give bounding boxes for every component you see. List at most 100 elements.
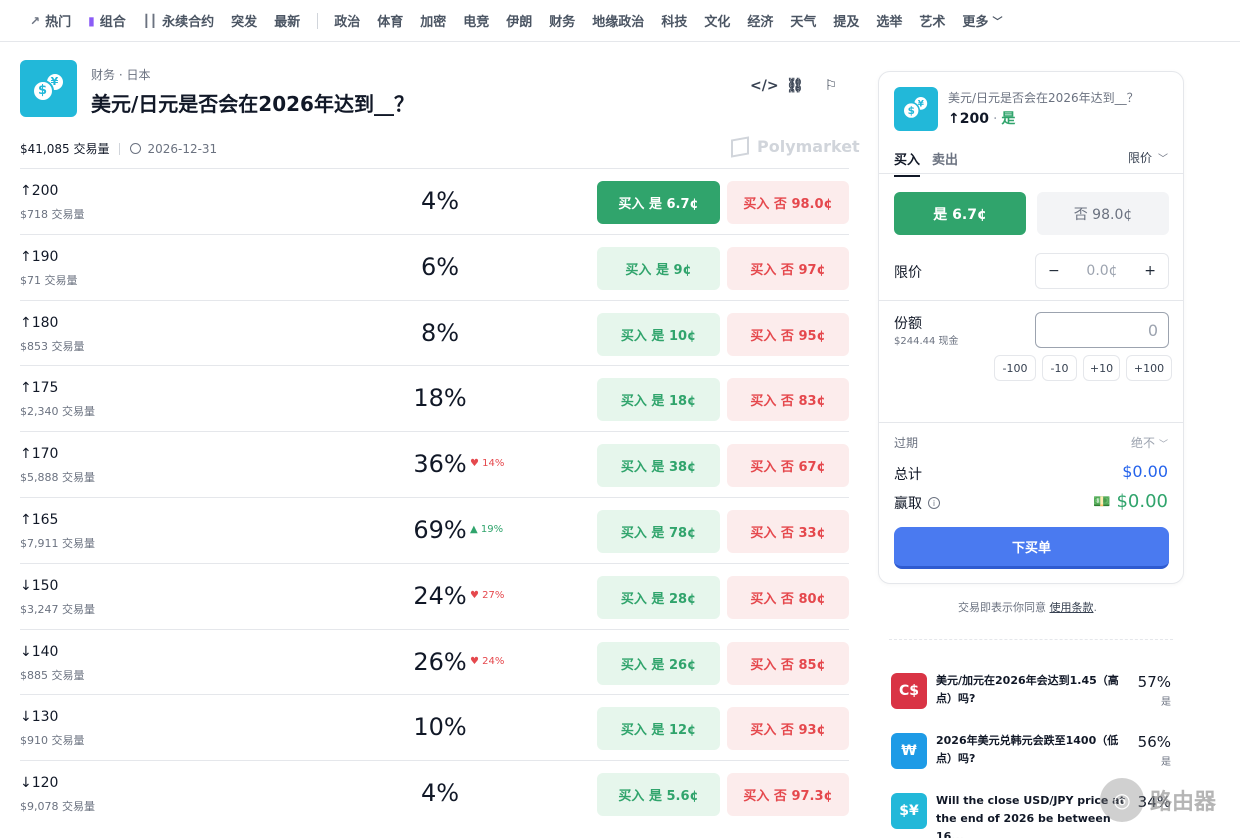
nav-item-combo[interactable]: ▮ 组合: [88, 11, 126, 31]
embed-code-icon[interactable]: </>: [750, 78, 779, 94]
market-probability: 4%: [420, 187, 460, 215]
nav-category[interactable]: 经济: [747, 11, 773, 30]
buy-yes-button[interactable]: 买入 是 12¢: [597, 707, 720, 751]
nav-category[interactable]: 伊朗: [506, 11, 532, 30]
market-row[interactable]: ↑170 $5,888 交易量 36% ♥ 14% 买入 是 38¢ 买入 否 67¢: [20, 431, 849, 497]
order-type-dropdown[interactable]: 限价 ﹀: [1128, 149, 1168, 166]
buy-yes-button[interactable]: 买入 是 26¢: [597, 641, 720, 685]
nav-category[interactable]: 科技: [661, 11, 687, 30]
market-volume: $5,888 交易量: [20, 471, 95, 485]
market-volume: $718 交易量: [20, 208, 85, 221]
market-row[interactable]: ↑200 $718 交易量 4% 买入 是 6.7¢ 买入 否 98.0¢: [20, 168, 849, 234]
terms-notice: 交易即表示你同意 使用条款.: [958, 601, 1097, 614]
expiry-dropdown[interactable]: 绝不 ﹀: [1131, 434, 1168, 451]
quick-amount-button[interactable]: -100: [994, 355, 1036, 381]
market-row[interactable]: ↑165 $7,911 交易量 69% ▲ 19% 买入 是 78¢ 买入 否 33¢: [20, 496, 849, 563]
breadcrumb[interactable]: 财务 · 日本: [91, 66, 150, 83]
quick-amount-button[interactable]: +10: [1083, 355, 1120, 381]
market-volume: $7,911 交易量: [20, 536, 95, 550]
nav-item-perpetual[interactable]: ┃┃ 永续合约: [143, 11, 214, 31]
nav-item-breaking[interactable]: 突发: [231, 11, 257, 30]
nav-category[interactable]: 天气: [790, 11, 816, 30]
buy-yes-button[interactable]: 买入 是 18¢: [597, 378, 720, 422]
outcome-no-button[interactable]: 否 98.0¢: [1037, 192, 1169, 235]
quick-amount-button[interactable]: -10: [1042, 355, 1077, 381]
buy-no-button[interactable]: 买入 否 98.0¢: [727, 181, 849, 224]
market-threshold: ↑200: [20, 183, 59, 199]
nav-category[interactable]: 政治: [334, 11, 360, 30]
buy-yes-button[interactable]: 买入 是 6.7¢: [597, 181, 720, 224]
market-volume: $71 交易量: [20, 273, 78, 287]
trade-panel: ¥ $ 美元/日元是否会在2026年达到__？ ↑200 · 是 买入 卖出 限价 ﹀ …: [878, 71, 1184, 584]
top-nav: ↗ 热门 ▮ 组合 ┃┃ 永续合约 突发 最新 政治 体育 加密 电竞 伊朗 财务 地缘政治 科技文…: [0, 0, 1240, 42]
market-row[interactable]: ↑180 $853 交易量 8% 买入 是 10¢ 买入 否 95¢: [20, 299, 849, 366]
buy-no-button[interactable]: 买入 否 67¢: [727, 444, 849, 488]
nav-item-latest[interactable]: 最新: [274, 11, 300, 30]
panel-market-icon: ¥ $: [894, 87, 938, 131]
page-title: 美元/日元是否会在2026年达到__？: [91, 92, 414, 116]
bookmark-icon[interactable]: ⚐: [822, 78, 840, 94]
currency-coins-icon: ¥ $: [31, 71, 66, 106]
market-probability: 36%: [413, 450, 467, 479]
probability-change: ♥ 27%: [470, 589, 505, 601]
nav-category[interactable]: 电竞: [463, 11, 489, 30]
market-probability: 8%: [420, 318, 460, 347]
link-icon[interactable]: ⛓: [786, 78, 804, 94]
buy-yes-button[interactable]: 买入 是 5.6¢: [597, 773, 720, 817]
nav-category[interactable]: 选举: [876, 11, 902, 30]
probability-change: ♥ 24%: [470, 655, 505, 667]
buy-yes-button[interactable]: 买入 是 28¢: [597, 575, 720, 619]
buy-yes-button[interactable]: 买入 是 38¢: [597, 444, 720, 488]
nav-category[interactable]: 财务: [549, 11, 575, 30]
buy-yes-button[interactable]: 买入 是 9¢: [597, 246, 720, 290]
nav-category[interactable]: 地缘政治: [592, 11, 644, 30]
info-icon[interactable]: i: [928, 497, 940, 509]
terms-link[interactable]: 使用条款: [1050, 601, 1094, 614]
nav-category[interactable]: 加密: [420, 11, 446, 30]
increment-button[interactable]: +: [1144, 263, 1156, 279]
buy-no-button[interactable]: 买入 否 83¢: [727, 378, 849, 422]
cash-balance: $244.44 现金: [894, 336, 959, 347]
market-probability: 18%: [413, 384, 467, 413]
buy-no-button[interactable]: 买入 否 93¢: [727, 707, 849, 751]
quick-amount-buttons: -100 -10 +10 +100: [994, 355, 1172, 381]
to-win-label: 赢取 i: [894, 493, 940, 513]
buy-no-button[interactable]: 买入 否 97.3¢: [727, 773, 849, 817]
market-row[interactable]: ↓130 $910 交易量 10% 买入 是 12¢ 买入 否 93¢: [20, 694, 849, 760]
buy-no-button[interactable]: 买入 否 80¢: [727, 575, 849, 619]
limit-price-value[interactable]: 0.0¢: [1086, 263, 1117, 279]
related-market-item[interactable]: C$ 美元/加元在2026年会达到1.45（高点）吗? 57% 是: [891, 669, 1181, 713]
nav-category[interactable]: 提及: [833, 11, 859, 30]
outcome-yes-button[interactable]: 是 6.7¢: [894, 192, 1026, 235]
end-date: 2026-12-31: [130, 142, 217, 156]
shares-input[interactable]: [1035, 312, 1169, 348]
nav-category[interactable]: 艺术: [919, 11, 945, 30]
market-probability: 26%: [413, 647, 467, 676]
buy-yes-button[interactable]: 买入 是 10¢: [597, 312, 720, 356]
buy-no-button[interactable]: 买入 否 95¢: [727, 312, 849, 356]
market-icon: ¥ $: [20, 60, 77, 117]
related-market-item[interactable]: ₩2026年美元兑韩元会跌至1400（低点）吗? 56% 是: [891, 729, 1181, 773]
buy-no-button[interactable]: 买入 否 97¢: [727, 246, 849, 290]
market-row[interactable]: ↓140 $885 交易量 26% ♥ 24% 买入 是 26¢ 买入 否 85¢: [20, 628, 849, 695]
related-market-title: 美元/加元在2026年会达到1.45（高点）吗?: [936, 674, 1119, 705]
nav-category[interactable]: 体育: [377, 11, 403, 30]
decrement-button[interactable]: −: [1048, 263, 1060, 279]
market-row[interactable]: ↑175 $2,340 交易量 18% 买入 是 18¢ 买入 否 83¢: [20, 365, 849, 431]
market-row[interactable]: ↓120 $9,078 交易量 4% 买入 是 5.6¢ 买入 否 97.3¢: [20, 760, 849, 826]
buy-yes-button[interactable]: 买入 是 78¢: [597, 509, 720, 553]
buy-no-button[interactable]: 买入 否 33¢: [727, 509, 849, 553]
buy-no-button[interactable]: 买入 否 85¢: [727, 641, 849, 685]
market-threshold: ↓120: [20, 775, 59, 792]
market-row[interactable]: ↑190 $71 交易量 6% 买入 是 9¢ 买入 否 97¢: [20, 233, 849, 300]
market-row[interactable]: ↓150 $3,247 交易量 24% ♥ 27% 买入 是 28¢ 买入 否 80¢: [20, 562, 849, 629]
nav-item-hot[interactable]: ↗ 热门: [30, 11, 71, 31]
related-market-title: 2026年美元兑韩元会跌至1400（低点）吗?: [936, 734, 1119, 765]
market-list: ↑200 $718 交易量 4% 买入 是 6.7¢ 买入 否 98.0¢ ↑190 $71…: [20, 168, 849, 826]
nav-more-button[interactable]: 更多 ﹀: [962, 11, 1002, 30]
money-icon: 💵: [1093, 493, 1111, 510]
nav-category[interactable]: 文化: [704, 11, 730, 30]
market-probability: 4%: [420, 779, 460, 808]
place-order-button[interactable]: 下买单: [894, 527, 1169, 569]
quick-amount-button[interactable]: +100: [1126, 355, 1172, 381]
